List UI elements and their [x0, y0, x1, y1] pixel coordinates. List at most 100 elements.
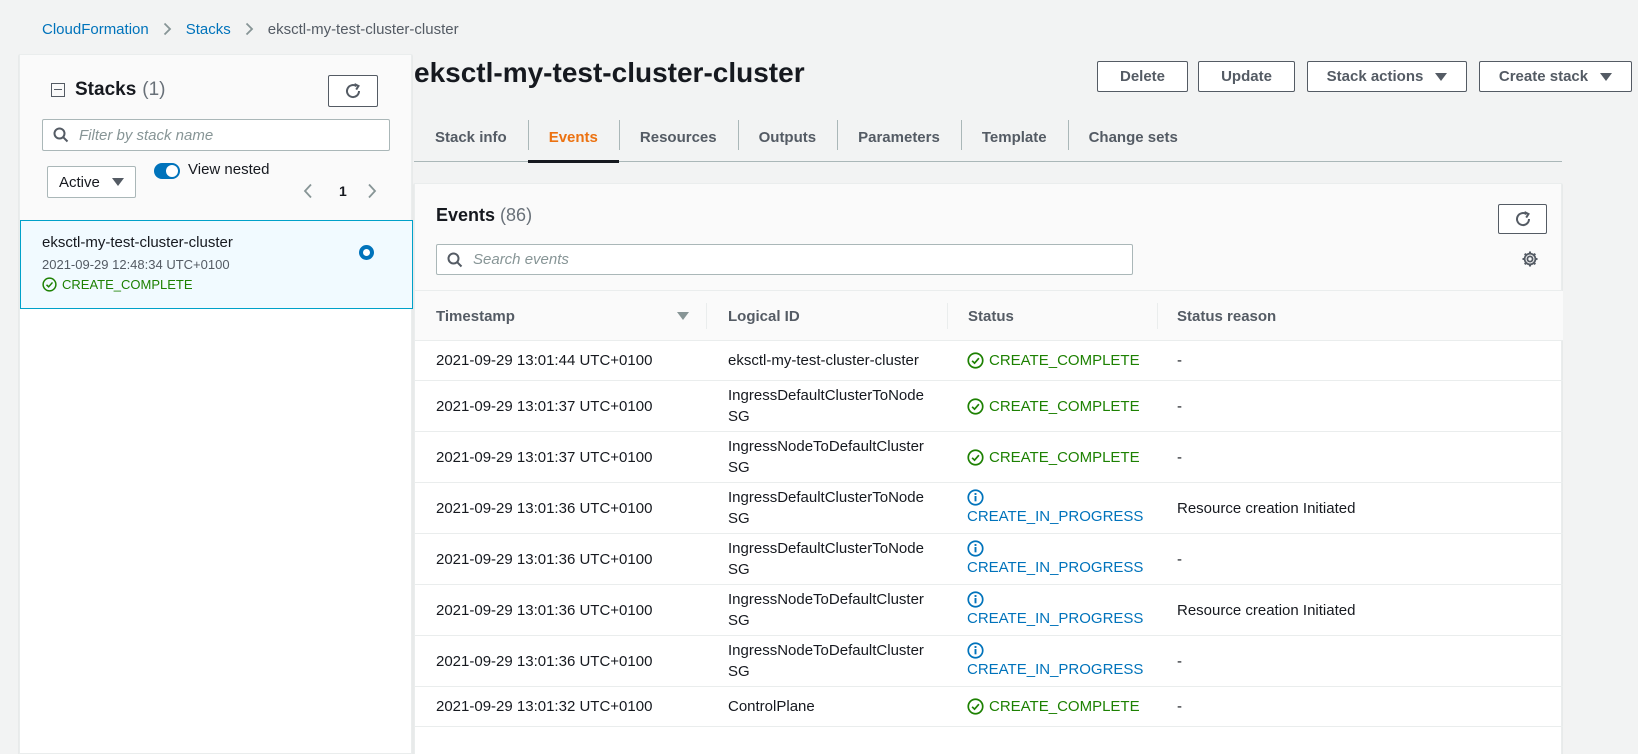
table-row: 2021-09-29 13:01:36 UTC+0100 IngressNode…: [415, 636, 1563, 687]
row-status-label: CREATE_COMPLETE: [989, 397, 1140, 415]
row-timestamp: 2021-09-29 13:01:36 UTC+0100: [436, 499, 653, 517]
events-refresh-button[interactable]: [1498, 204, 1547, 234]
breadcrumb-stacks[interactable]: Stacks: [186, 21, 231, 38]
collapse-icon[interactable]: [51, 83, 65, 97]
table-row: 2021-09-29 13:01:36 UTC+0100 IngressDefa…: [415, 483, 1563, 534]
breadcrumb-current: eksctl-my-test-cluster-cluster: [267, 20, 459, 38]
info-circle-icon: [967, 489, 984, 506]
view-nested-label: View nested: [188, 161, 270, 178]
tab-change-sets[interactable]: Change sets: [1067, 112, 1199, 162]
row-status-label: CREATE_IN_PROGRESS: [967, 610, 1144, 627]
row-timestamp: 2021-09-29 13:01:37 UTC+0100: [436, 448, 653, 466]
column-divider: [706, 303, 707, 329]
stack-list-item[interactable]: eksctl-my-test-cluster-cluster 2021-09-2…: [20, 220, 413, 309]
events-search-input[interactable]: [436, 244, 1133, 275]
row-status-reason: -: [1177, 397, 1182, 415]
row-timestamp: 2021-09-29 13:01:36 UTC+0100: [436, 652, 653, 670]
update-button[interactable]: Update: [1198, 61, 1295, 92]
status-filter-select[interactable]: Active: [47, 166, 136, 198]
row-status: CREATE_COMPLETE: [967, 341, 1157, 380]
check-circle-icon: [42, 277, 57, 292]
chevron-right-icon: [163, 22, 172, 36]
row-timestamp: 2021-09-29 13:01:36 UTC+0100: [436, 550, 653, 568]
row-status-reason: Resource creation Initiated: [1177, 601, 1356, 619]
create-stack-label: Create stack: [1498, 68, 1589, 85]
row-status-label: CREATE_IN_PROGRESS: [967, 559, 1144, 576]
column-status-reason[interactable]: Status reason: [1177, 291, 1276, 341]
row-timestamp: 2021-09-29 13:01:37 UTC+0100: [436, 397, 653, 415]
stacks-panel-header: Stacks (1) Active View nested 1: [20, 55, 411, 230]
row-status-label: CREATE_COMPLETE: [989, 448, 1140, 466]
table-row: 2021-09-29 13:01:37 UTC+0100 IngressDefa…: [415, 381, 1563, 432]
events-title: Events: [436, 205, 496, 225]
row-status-label: CREATE_IN_PROGRESS: [967, 661, 1144, 678]
events-header: Events (86): [415, 184, 1561, 291]
row-logical-id: IngressNodeToDefaultClusterSG: [728, 438, 924, 476]
row-timestamp: 2021-09-29 13:01:36 UTC+0100: [436, 601, 653, 619]
caret-down-icon: [1600, 72, 1613, 81]
create-stack-button[interactable]: Create stack: [1479, 61, 1632, 92]
stack-status-label: CREATE_COMPLETE: [62, 277, 193, 292]
row-status: CREATE_COMPLETE: [967, 687, 1157, 726]
update-button-label: Update: [1221, 68, 1272, 85]
row-status-label: CREATE_IN_PROGRESS: [967, 508, 1144, 525]
delete-button[interactable]: Delete: [1097, 61, 1188, 92]
stack-tabs: Stack info Events Resources Outputs Para…: [414, 112, 1562, 163]
column-timestamp[interactable]: Timestamp: [436, 291, 515, 341]
status-filter-value: Active: [59, 173, 100, 191]
column-divider: [947, 303, 948, 329]
tab-events[interactable]: Events: [527, 112, 620, 163]
caret-down-icon: [112, 178, 124, 186]
tab-parameters[interactable]: Parameters: [837, 112, 961, 162]
events-search-field[interactable]: [473, 251, 1132, 268]
stacks-count: (1): [142, 79, 166, 100]
events-count: (86): [500, 205, 533, 225]
column-status[interactable]: Status: [968, 291, 1014, 341]
view-nested-toggle[interactable]: [154, 163, 180, 179]
stacks-refresh-button[interactable]: [328, 75, 378, 107]
row-status: CREATE_COMPLETE: [967, 432, 1157, 482]
chevron-left-icon[interactable]: [303, 183, 319, 199]
stack-filter-field[interactable]: [79, 126, 389, 144]
row-status-label: CREATE_COMPLETE: [989, 698, 1140, 715]
row-status: CREATE_IN_PROGRESS: [967, 636, 1157, 686]
check-circle-icon: [967, 352, 984, 369]
refresh-icon: [1514, 210, 1532, 228]
stack-radio[interactable]: [359, 245, 374, 260]
events-panel: Events (86) Timestamp Logical ID Status …: [414, 183, 1563, 754]
table-row: 2021-09-29 13:01:36 UTC+0100 IngressDefa…: [415, 534, 1563, 585]
table-row: 2021-09-29 13:01:32 UTC+0100 ControlPlan…: [415, 687, 1563, 727]
stack-actions-label: Stack actions: [1326, 68, 1424, 85]
row-status-label: CREATE_COMPLETE: [989, 352, 1140, 369]
refresh-icon: [344, 82, 362, 100]
tab-stack-info[interactable]: Stack info: [414, 112, 528, 162]
breadcrumb-cloudformation[interactable]: CloudFormation: [42, 21, 149, 38]
row-status: CREATE_IN_PROGRESS: [967, 534, 1157, 584]
stacks-pagination: 1: [303, 183, 383, 199]
delete-button-label: Delete: [1119, 68, 1166, 85]
row-status: CREATE_IN_PROGRESS: [967, 483, 1157, 533]
tab-outputs[interactable]: Outputs: [737, 112, 838, 162]
row-logical-id: IngressDefaultClusterToNodeSG: [728, 540, 924, 578]
row-logical-id: IngressNodeToDefaultClusterSG: [728, 642, 924, 680]
gear-icon[interactable]: [1521, 250, 1539, 268]
check-circle-icon: [967, 698, 984, 715]
search-icon: [53, 127, 69, 143]
search-icon: [447, 252, 463, 268]
column-divider: [1157, 303, 1158, 329]
chevron-right-icon[interactable]: [367, 183, 383, 199]
row-logical-id: eksctl-my-test-cluster-cluster: [728, 352, 919, 369]
row-logical-id: ControlPlane: [728, 698, 815, 715]
column-logical-id[interactable]: Logical ID: [728, 291, 800, 341]
stack-actions-button[interactable]: Stack actions: [1307, 61, 1467, 92]
row-timestamp: 2021-09-29 13:01:44 UTC+0100: [436, 352, 653, 369]
stacks-panel: Stacks (1) Active View nested 1 eksctl-m…: [19, 54, 413, 754]
info-circle-icon: [967, 540, 984, 557]
stack-filter-input[interactable]: [42, 119, 390, 151]
page-number[interactable]: 1: [339, 183, 347, 199]
tab-resources[interactable]: Resources: [618, 112, 738, 162]
sort-descending-icon[interactable]: [677, 312, 689, 320]
table-row: 2021-09-29 13:01:36 UTC+0100 IngressNode…: [415, 585, 1563, 636]
tab-template[interactable]: Template: [960, 112, 1068, 162]
row-status-reason: -: [1177, 698, 1182, 715]
